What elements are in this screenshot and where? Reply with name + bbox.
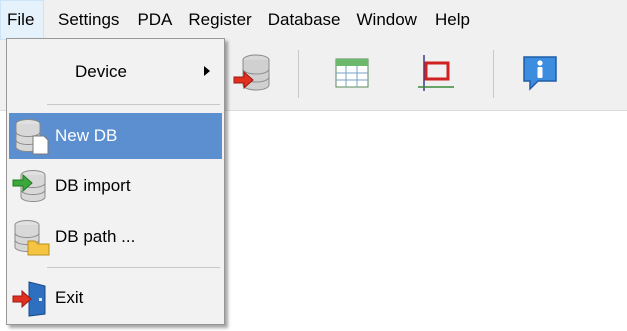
file-menu-db-path-label: DB path ... xyxy=(55,227,136,246)
menu-pda[interactable]: PDA xyxy=(127,0,180,40)
new-database-icon xyxy=(15,119,49,155)
file-menu-new-db[interactable]: New DB xyxy=(9,113,222,159)
toolbar-info-button[interactable] xyxy=(518,51,562,95)
toolbar-db-import-button[interactable] xyxy=(230,51,274,95)
submenu-arrow-icon xyxy=(204,66,210,76)
menu-separator xyxy=(47,267,220,268)
menu-file[interactable]: File xyxy=(0,0,44,40)
menu-database[interactable]: Database xyxy=(260,0,349,40)
file-menu-db-import-label: DB import xyxy=(55,176,131,195)
menu-window-label: Window xyxy=(356,10,417,29)
exit-door-icon xyxy=(12,281,46,317)
file-menu-exit[interactable]: Exit xyxy=(9,275,222,321)
menu-database-label: Database xyxy=(267,10,341,29)
file-menu-device[interactable]: Device xyxy=(9,49,222,95)
toolbar-frame-button[interactable] xyxy=(414,51,458,95)
toolbar-separator xyxy=(493,50,494,98)
file-menu-exit-label: Exit xyxy=(55,288,84,307)
database-import-icon xyxy=(12,170,46,202)
database-import-icon xyxy=(233,54,270,91)
file-menu-db-path[interactable]: DB path ... xyxy=(9,214,222,260)
menu-settings-label: Settings xyxy=(58,10,120,29)
frame-range-icon xyxy=(418,55,454,91)
device-icon-placeholder xyxy=(11,52,51,92)
menu-file-label: File xyxy=(7,10,35,29)
file-menu-db-import[interactable]: DB import xyxy=(9,163,222,209)
menu-window[interactable]: Window xyxy=(349,0,425,40)
table-icon xyxy=(335,58,369,88)
menu-bar: File Settings PDA Register Database Wind… xyxy=(0,0,627,40)
info-icon xyxy=(523,56,557,91)
menu-register-label: Register xyxy=(188,10,252,29)
file-menu-dropdown: Device New DB DB import DB path ... Exit xyxy=(6,38,225,325)
menu-settings[interactable]: Settings xyxy=(44,0,127,40)
database-folder-icon xyxy=(14,220,50,256)
menu-help[interactable]: Help xyxy=(425,0,478,40)
file-menu-device-label: Device xyxy=(75,62,127,81)
menu-pda-label: PDA xyxy=(137,10,173,29)
file-menu-new-db-label: New DB xyxy=(55,126,118,145)
menu-register[interactable]: Register xyxy=(180,0,259,40)
toolbar-separator xyxy=(298,50,299,98)
toolbar-table-button[interactable] xyxy=(330,51,374,95)
menu-help-label: Help xyxy=(434,10,470,29)
menu-separator xyxy=(47,104,220,105)
